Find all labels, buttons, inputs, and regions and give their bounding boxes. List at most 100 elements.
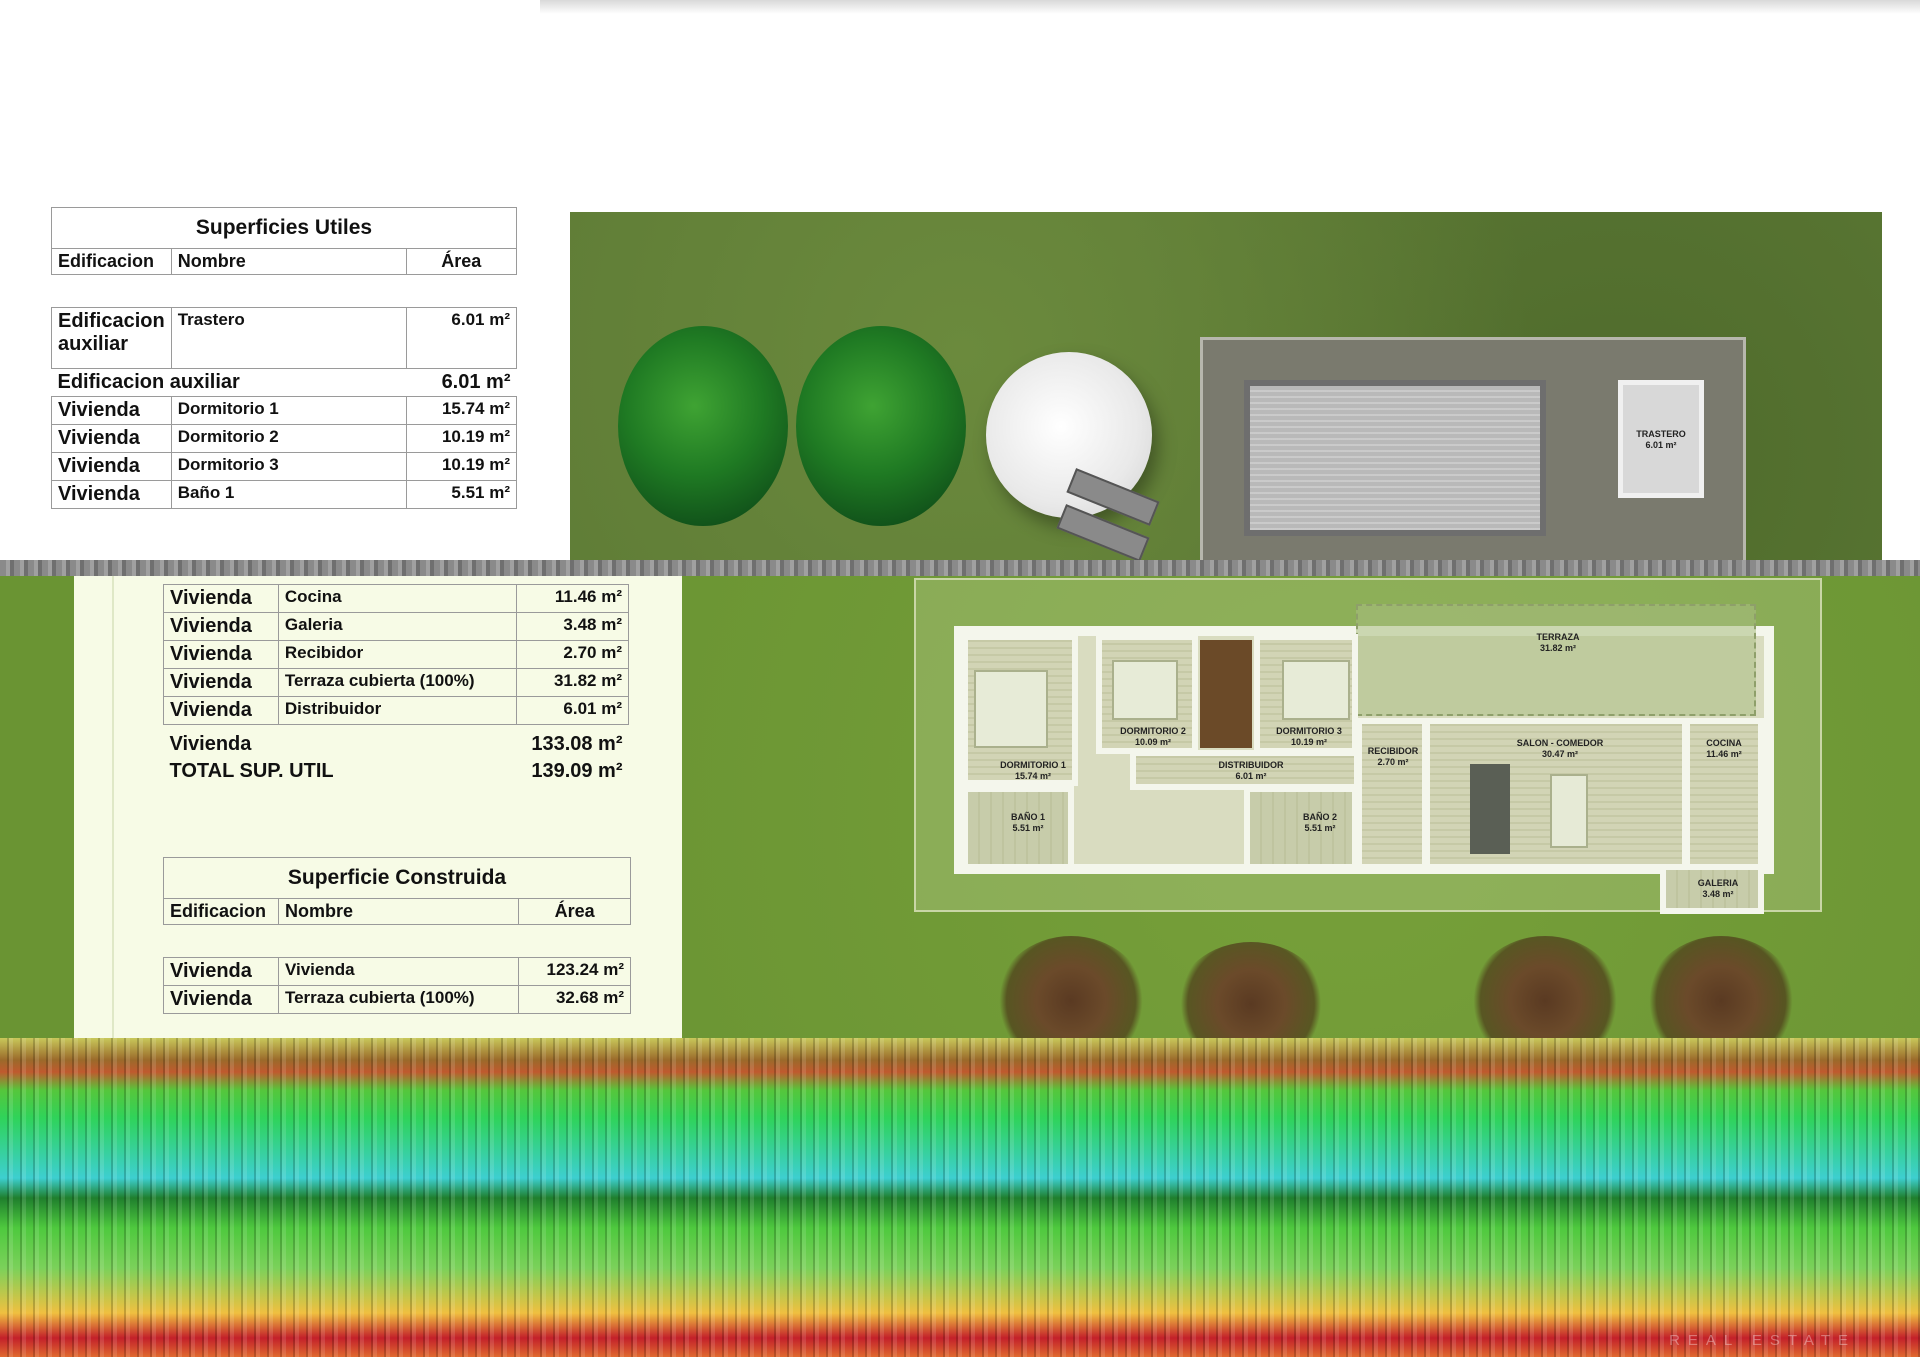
- plan-label-galeria: GALERIA 3.48 m²: [1688, 878, 1748, 900]
- table-title-row: Superficie Construida: [163, 857, 631, 899]
- cell-nombre: Dormitorio 2: [170, 424, 407, 453]
- room-name: DISTRIBUIDOR: [1218, 760, 1284, 770]
- swimming-pool: [1244, 380, 1546, 536]
- cell-area: 10.19 m²: [405, 424, 518, 453]
- storage-shed: TRASTERO 6.01 m²: [1618, 380, 1704, 498]
- cell-nombre: Terraza cubierta (100%): [277, 668, 518, 697]
- cell-edificacion: Edificacion auxiliar: [51, 307, 172, 369]
- room-cocina: COCINA 11.46 m²: [1684, 718, 1764, 870]
- cell-area: 15.74 m²: [405, 396, 518, 425]
- cell-nombre: Terraza cubierta (100%): [277, 985, 520, 1014]
- cell-nombre: Distribuidor: [277, 696, 518, 725]
- room-distribuidor: DISTRIBUIDOR 6.01 m²: [1130, 750, 1360, 790]
- table-gap-row: [51, 274, 517, 308]
- cell-edificacion: Vivienda: [51, 424, 172, 453]
- plan-label-dormitorio2: DORMITORIO 2 10.09 m²: [1108, 726, 1198, 748]
- panel-divider: [112, 576, 114, 1040]
- cell-edificacion: Vivienda: [163, 957, 279, 986]
- room-area: 2.70 m²: [1377, 757, 1409, 767]
- cell-area: 2.70 m²: [516, 640, 629, 669]
- cell-area: 10.19 m²: [405, 452, 518, 481]
- plan-label-dormitorio3: DORMITORIO 3 10.19 m²: [1262, 726, 1356, 748]
- cell-area: 3.48 m²: [516, 612, 629, 641]
- cell-nombre: Dormitorio 3: [170, 452, 407, 481]
- cell-nombre: Recibidor: [277, 640, 518, 669]
- room-area: 6.01 m²: [1235, 771, 1267, 781]
- room-bano-2: BAÑO 2 5.51 m²: [1244, 786, 1358, 870]
- subtotal-row: Vivienda 133.08 m²: [164, 725, 629, 759]
- room-area: 3.48 m²: [1702, 889, 1734, 899]
- cell-edificacion: Vivienda: [51, 452, 172, 481]
- table-row: Vivienda Dormitorio 3 10.19 m²: [51, 452, 518, 481]
- header-area: Área: [405, 248, 518, 275]
- room-galeria: GALERIA 3.48 m²: [1660, 864, 1764, 914]
- cell-area: 123.24 m²: [518, 957, 631, 986]
- header-edificacion: Edificacion: [51, 248, 172, 275]
- plan-label-terraza: TERRAZA 31.82 m²: [1518, 632, 1598, 654]
- cell-area: 11.46 m²: [516, 584, 629, 613]
- room-name: GALERIA: [1697, 878, 1739, 888]
- subtotal-label: Vivienda: [169, 733, 252, 755]
- cell-edificacion: Vivienda: [163, 612, 279, 641]
- total-label: TOTAL SUP. UTIL: [169, 760, 334, 782]
- cell-edificacion: Vivienda: [51, 480, 172, 509]
- table-row: Edificacion auxiliar Trastero 6.01 m²: [51, 307, 518, 369]
- subtotal-label: Edificacion auxiliar: [57, 371, 240, 393]
- table-row: Vivienda Terraza cubierta (100%) 32.68 m…: [163, 985, 631, 1014]
- room-name: TRASTERO: [1636, 429, 1686, 439]
- room-bano-1: BAÑO 1 5.51 m²: [962, 786, 1074, 870]
- room-name: DORMITORIO 2: [1120, 726, 1186, 736]
- cell-edificacion: Vivienda: [163, 640, 279, 669]
- table-row: Vivienda Galeria 3.48 m²: [163, 612, 629, 641]
- cell-edificacion: Vivienda: [163, 584, 279, 613]
- plan-label-cocina: COCINA 11.46 m²: [1692, 738, 1756, 760]
- header-nombre: Nombre: [277, 898, 520, 925]
- tree-icon: [796, 326, 966, 526]
- cell-nombre: Galeria: [277, 612, 518, 641]
- top-shadow-strip: [540, 0, 1920, 14]
- room-salon-comedor: SALON - COMEDOR 30.47 m²: [1424, 718, 1688, 870]
- room-area: 5.51 m²: [1012, 823, 1044, 833]
- room-name: BAÑO 2: [1302, 812, 1337, 822]
- corrupted-image-region: [0, 1038, 1920, 1357]
- table-title-row: Superficies Utiles: [51, 207, 517, 249]
- room-dormitorio-3: DORMITORIO 3 10.19 m²: [1254, 634, 1358, 754]
- room-area: 30.47 m²: [1541, 749, 1579, 759]
- plan-label-recibidor: RECIBIDOR 2.70 m²: [1364, 746, 1422, 768]
- cell-nombre: Vivienda: [277, 957, 520, 986]
- covered-terrace: TERRAZA 31.82 m²: [1356, 604, 1756, 716]
- room-name: TERRAZA: [1536, 632, 1580, 642]
- cell-area: 32.68 m²: [518, 985, 631, 1014]
- room-area: 10.19 m²: [1290, 737, 1328, 747]
- subtotal-area: 133.08 m²: [531, 733, 623, 755]
- header-edificacion: Edificacion: [163, 898, 279, 925]
- table-title: Superficies Utiles: [51, 207, 517, 249]
- table-row: Vivienda Terraza cubierta (100%) 31.82 m…: [163, 668, 629, 697]
- plan-label-bano2: BAÑO 2 5.51 m²: [1290, 812, 1350, 834]
- table-row: Vivienda Dormitorio 1 15.74 m²: [51, 396, 518, 425]
- cell-edificacion: Vivienda: [163, 696, 279, 725]
- table-superficies-utiles: Superficies Utiles Edificacion Nombre Ár…: [51, 207, 518, 509]
- room-name: BAÑO 1: [1010, 812, 1045, 822]
- cell-edificacion: Vivienda: [51, 396, 172, 425]
- subtotal-row: Edificacion auxiliar 6.01 m²: [52, 369, 517, 397]
- room-dormitorio-1: DORMITORIO 1 15.74 m²: [962, 634, 1078, 786]
- image-seam-band: [0, 560, 1920, 576]
- cell-area: 5.51 m²: [405, 480, 518, 509]
- dining-table-icon: [1550, 774, 1588, 848]
- table-header-row: Edificacion Nombre Área: [163, 898, 631, 925]
- subtotal-area: 6.01 m²: [441, 371, 511, 393]
- tree-icon: [618, 326, 788, 526]
- gap-cell: [163, 924, 631, 958]
- room-dormitorio-2: DORMITORIO 2 10.09 m²: [1096, 634, 1198, 754]
- cell-nombre: Cocina: [277, 584, 518, 613]
- cell-area: 31.82 m²: [516, 668, 629, 697]
- room-area: 31.82 m²: [1539, 643, 1577, 653]
- room-area: 15.74 m²: [1014, 771, 1052, 781]
- table-gap-row: [163, 924, 631, 958]
- room-recibidor: RECIBIDOR 2.70 m²: [1356, 718, 1428, 870]
- plan-label-distribuidor: DISTRIBUIDOR 6.01 m²: [1206, 760, 1296, 782]
- room-area: 6.01 m²: [1645, 440, 1677, 450]
- header-area: Área: [518, 898, 631, 925]
- room-area: 10.09 m²: [1134, 737, 1172, 747]
